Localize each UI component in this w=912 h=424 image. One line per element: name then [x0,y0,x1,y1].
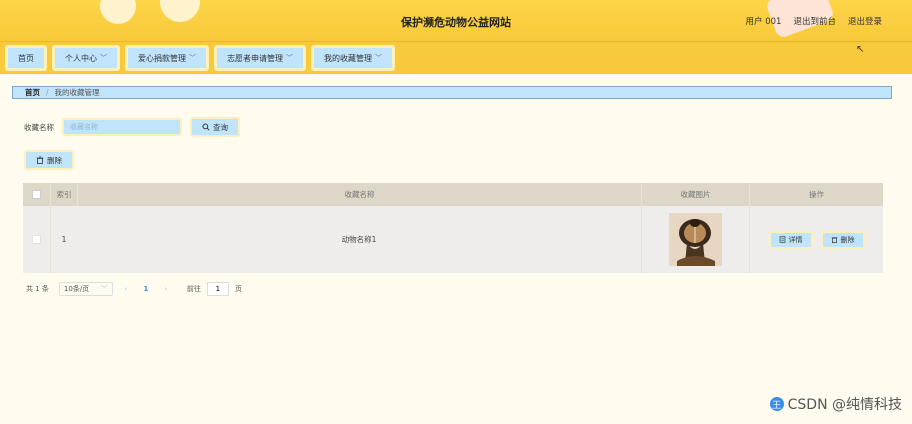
chevron-down-icon: ﹀ [100,285,108,293]
document-icon [779,236,786,243]
delete-button-label: 删除 [47,155,62,165]
select-all-checkbox[interactable] [32,190,41,199]
mouse-cursor-icon: ↖ [856,44,865,55]
watermark: 王 CSDN @纯情科技 [769,394,902,414]
row-index: 1 [50,206,77,273]
nav-item-label: 我的收藏管理 [324,53,372,63]
trash-icon [36,156,44,164]
row-select-cell [23,206,50,273]
trash-icon [831,236,838,243]
breadcrumb-current: 我的收藏管理 [54,88,100,97]
page-size-select[interactable]: 10条/页 ﹀ [58,282,113,296]
goto-page-input[interactable] [206,282,229,296]
chevron-down-icon: ﹀ [375,54,382,62]
row-name: 动物名称1 [341,235,377,244]
user-menu: 用户 001 退出到前台 退出登录 [746,15,882,27]
prev-page-button[interactable]: ‹ [119,285,133,293]
column-header-name: 收藏名称 [77,183,641,206]
user-label: 用户 001 [745,17,782,27]
logout-link[interactable]: 退出登录 [848,15,882,27]
nav-item-favorites-management[interactable]: 我的收藏管理 ﹀ [311,45,395,71]
detail-button[interactable]: 详情 [768,230,813,249]
back-to-front-link[interactable]: 退出到前台 [793,15,836,27]
delete-button[interactable]: 删除 [24,150,74,170]
page-unit-label: 页 [234,285,242,293]
table-header: 索引 收藏名称 收藏图片 操作 [23,183,883,206]
nav-item-donation-management[interactable]: 爱心捐款管理 ﹀ [125,45,209,71]
main-nav: 首页 个人中心 ﹀ 爱心捐款管理 ﹀ 志愿者申请管理 ﹀ 我的收藏管理 ﹀ [0,42,912,74]
table-row: 1 动物名称1 详情 删除 [23,206,883,273]
column-header-index: 索引 [50,183,77,206]
column-header-actions: 操作 [749,183,883,206]
search-icon [202,123,210,131]
row-checkbox[interactable] [32,235,41,244]
pagination-total: 共 1 条 [26,285,49,293]
row-image-cell [641,206,749,273]
breadcrumb-separator: / [46,88,49,97]
query-button-label: 查询 [213,122,228,132]
chevron-down-icon: ﹀ [100,54,107,62]
row-delete-button[interactable]: 删除 [820,230,865,249]
breadcrumb-home[interactable]: 首页 [25,87,40,98]
top-header: 保护濒危动物公益网站 用户 001 退出到前台 退出登录 [0,0,912,42]
query-button[interactable]: 查询 [190,117,240,137]
search-label: 收藏名称 [24,122,54,132]
nav-item-label: 首页 [18,53,34,63]
row-actions: 详情 删除 [749,206,883,273]
select-all-cell [23,183,50,206]
nav-item-home[interactable]: 首页 [5,45,47,71]
page-size-value: 10条/页 [63,285,90,293]
nav-item-personal-center[interactable]: 个人中心 ﹀ [52,45,120,71]
pagination: 共 1 条 10条/页 ﹀ ‹ 1 › 前往 页 [26,282,242,296]
watermark-text: CSDN @纯情科技 [787,397,902,413]
next-page-button[interactable]: › [159,285,173,293]
nav-item-label: 志愿者申请管理 [227,53,283,63]
nav-item-label: 个人中心 [65,53,97,63]
breadcrumb: 首页 / 我的收藏管理 [12,86,892,99]
current-page-number[interactable]: 1 [139,285,153,293]
goto-label: 前往 [186,285,201,293]
column-header-image: 收藏图片 [641,183,749,206]
favorites-table: 索引 收藏名称 收藏图片 操作 1 动物名称1 详情 删除 [23,183,883,273]
watermark-badge: 王 [769,397,784,411]
chevron-down-icon: ﹀ [189,54,196,62]
detail-button-label: 详情 [788,235,803,244]
nav-item-label: 爱心捐款管理 [138,53,186,63]
cobra-image[interactable] [669,213,722,266]
search-form: 收藏名称 查询 [24,117,240,137]
table-body: 1 动物名称1 详情 删除 [23,206,883,273]
row-delete-button-label: 删除 [840,235,855,244]
chevron-down-icon: ﹀ [286,54,293,62]
nav-item-volunteer-management[interactable]: 志愿者申请管理 ﹀ [214,45,306,71]
search-input[interactable] [62,118,182,136]
